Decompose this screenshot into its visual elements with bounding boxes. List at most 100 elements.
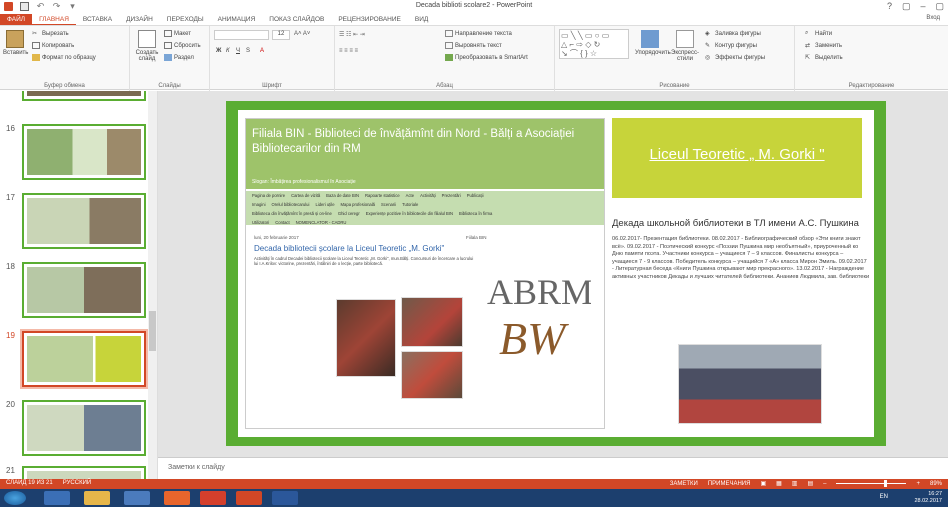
system-clock[interactable]: 16:27 28.02.2017 bbox=[914, 491, 942, 505]
font-name-box[interactable] bbox=[214, 30, 269, 40]
align-buttons-icon[interactable]: ≡ ≡ ≡ ≡ bbox=[339, 48, 358, 54]
copy-button[interactable]: Копировать bbox=[32, 42, 74, 49]
slide-thumbnail-18[interactable] bbox=[22, 262, 146, 318]
language-indicator[interactable]: РУССКИЙ bbox=[63, 480, 91, 486]
align-text-button[interactable]: Выровнять текст bbox=[445, 42, 502, 49]
powerpoint-app-icon[interactable] bbox=[236, 491, 262, 505]
slide-thumbnail-19[interactable] bbox=[20, 329, 148, 389]
shape-outline-button[interactable]: ✎ Контур фигуры bbox=[705, 42, 757, 49]
shapes-gallery[interactable]: ▭ ╲ ╲ ▭ ○ ▭ △ ⌐ ⇨ ◇ ↻ ↘ ⌒ { } ☆ bbox=[559, 29, 629, 59]
slide-sorter-icon[interactable]: ▦ bbox=[776, 480, 782, 487]
slide-thumbnail-15[interactable] bbox=[22, 91, 146, 101]
web-nav-menu: Pagina de pornire Cartea de vizită Baza de… bbox=[246, 191, 604, 225]
gorki-title-box[interactable]: Liceul Teoretic „ M. Gorki " bbox=[612, 118, 862, 198]
shape-fill-label: Заливка фигуры bbox=[715, 31, 761, 38]
media-player-app-icon[interactable] bbox=[164, 491, 190, 505]
minimize-button[interactable]: – bbox=[920, 1, 925, 12]
explorer-app-icon[interactable] bbox=[84, 491, 110, 505]
ribbon-options-button[interactable]: ▢ bbox=[902, 1, 911, 12]
maximize-button[interactable]: ▢ bbox=[935, 1, 944, 12]
paste-button[interactable]: Вставить bbox=[3, 30, 28, 56]
tab-transitions[interactable]: ПЕРЕХОДЫ bbox=[160, 14, 211, 25]
zoom-in-icon[interactable]: + bbox=[916, 481, 920, 487]
shadow-button[interactable]: S bbox=[246, 48, 250, 54]
tab-slideshow[interactable]: ПОКАЗ СЛАЙДОВ bbox=[262, 14, 331, 25]
photo-students-3 bbox=[401, 351, 463, 399]
start-button-icon[interactable] bbox=[4, 491, 26, 505]
scissors-icon: ✂ bbox=[32, 31, 38, 37]
tab-view[interactable]: ВИД bbox=[408, 14, 435, 25]
reset-icon bbox=[164, 42, 172, 49]
format-painter-button[interactable]: Формат по образцу bbox=[32, 54, 96, 61]
grow-shrink-font-icon[interactable]: A˄ A˅ bbox=[294, 31, 310, 37]
current-slide[interactable]: Filiala BIN - Biblioteci de învățămînt d… bbox=[226, 101, 886, 446]
ie-app-icon[interactable] bbox=[44, 491, 70, 505]
new-slide-button[interactable]: Создать слайд bbox=[134, 30, 160, 62]
slide-thumbnail-20[interactable] bbox=[22, 400, 146, 456]
nav-item: Contact bbox=[275, 220, 290, 225]
quick-styles-label: Экспресс-стили bbox=[671, 50, 699, 62]
normal-view-icon[interactable]: ▣ bbox=[760, 480, 766, 487]
bold-button[interactable]: Ж bbox=[216, 48, 221, 54]
sign-in-link[interactable]: Вход bbox=[926, 15, 940, 21]
shape-effects-button[interactable]: ◎ Эффекты фигуры bbox=[705, 54, 765, 61]
shape-fill-button[interactable]: ◈ Заливка фигуры bbox=[705, 30, 761, 37]
tab-file[interactable]: ФАЙЛ bbox=[0, 14, 33, 25]
font-size-box[interactable]: 12 bbox=[272, 30, 290, 40]
help-button[interactable]: ? bbox=[887, 1, 892, 12]
thumbnail-number: 21 bbox=[6, 466, 15, 475]
chrome-app-icon[interactable] bbox=[200, 491, 226, 505]
replace-icon: ⇄ bbox=[805, 43, 811, 49]
find-button[interactable]: ⌕ Найти bbox=[805, 30, 832, 37]
tab-design[interactable]: ДИЗАЙН bbox=[119, 14, 160, 25]
scrollbar-knob[interactable] bbox=[149, 311, 156, 351]
text-direction-button[interactable]: Направление текста bbox=[445, 30, 512, 37]
word-app-icon[interactable] bbox=[272, 491, 298, 505]
underline-button[interactable]: Ч bbox=[236, 48, 240, 54]
smartart-button[interactable]: Преобразовать в SmartArt bbox=[445, 54, 528, 61]
quick-styles-button[interactable]: Экспресс-стили bbox=[669, 30, 701, 62]
reading-view-icon[interactable]: ▥ bbox=[792, 480, 798, 487]
slide-thumbnail-16[interactable] bbox=[22, 124, 146, 180]
post-text: Activități în cadrul Decadei bibliotecii… bbox=[254, 256, 474, 266]
section-button[interactable]: Раздел bbox=[164, 54, 194, 61]
italic-button[interactable]: К bbox=[226, 48, 230, 54]
windows-taskbar: EN 16:27 28.02.2017 bbox=[0, 489, 948, 507]
list-buttons-icon[interactable]: ☰ ☷ ⇤ ⇥ bbox=[339, 31, 365, 38]
thumbnails-scrollbar[interactable] bbox=[148, 91, 157, 479]
cut-button[interactable]: ✂ Вырезать bbox=[32, 30, 69, 37]
slide-editor: Filiala BIN - Biblioteci de învățămînt d… bbox=[158, 91, 948, 457]
zoom-out-icon[interactable]: – bbox=[823, 481, 826, 487]
notes-toggle[interactable]: ЗАМЕТКИ bbox=[670, 481, 698, 487]
nav-item: Utilizatori bbox=[252, 220, 270, 225]
select-button[interactable]: ⇱ Выделить bbox=[805, 54, 843, 61]
layout-button[interactable]: Макет bbox=[164, 30, 191, 37]
replace-button[interactable]: ⇄ Заменить bbox=[805, 42, 842, 49]
tab-animations[interactable]: АНИМАЦИЯ bbox=[211, 14, 263, 25]
post-title: Decada bibliotecii școlare la Liceul Teo… bbox=[254, 244, 445, 253]
notes-pane[interactable]: Заметки к слайду bbox=[158, 457, 948, 479]
tab-insert[interactable]: ВСТАВКА bbox=[76, 14, 119, 25]
cut-label: Вырезать bbox=[42, 31, 69, 38]
smartart-icon bbox=[445, 54, 453, 61]
gorki-title: Liceul Teoretic „ M. Gorki " bbox=[649, 146, 825, 163]
reset-button[interactable]: Сбросить bbox=[164, 42, 201, 49]
font-color-icon[interactable]: A bbox=[260, 48, 264, 54]
nav-item: Publicații bbox=[466, 193, 484, 198]
slideshow-icon[interactable]: ▤ bbox=[807, 480, 813, 487]
zoom-level[interactable]: 89% bbox=[930, 481, 942, 487]
slide-thumbnail-17[interactable] bbox=[22, 193, 146, 249]
zoom-slider[interactable] bbox=[836, 480, 907, 487]
tab-review[interactable]: РЕЦЕНЗИРОВАНИЕ bbox=[331, 14, 408, 25]
keyboard-language[interactable]: EN bbox=[880, 494, 888, 500]
zoom-slider-thumb[interactable] bbox=[884, 480, 888, 487]
webpage-screenshot[interactable]: Filiala BIN - Biblioteci de învățămînt d… bbox=[245, 118, 605, 429]
nav-item: Mapa profesională bbox=[340, 202, 375, 207]
tab-home[interactable]: ГЛАВНАЯ bbox=[32, 14, 76, 25]
font-group-label: Шрифт bbox=[262, 83, 282, 89]
slides-group-label: Слайды bbox=[158, 83, 181, 89]
slide-thumbnail-21[interactable] bbox=[22, 466, 146, 479]
comments-toggle[interactable]: ПРИМЕЧАНИЯ bbox=[708, 481, 751, 487]
app-icon-4[interactable] bbox=[124, 491, 150, 505]
arrange-button[interactable]: Упорядочить bbox=[635, 30, 671, 56]
